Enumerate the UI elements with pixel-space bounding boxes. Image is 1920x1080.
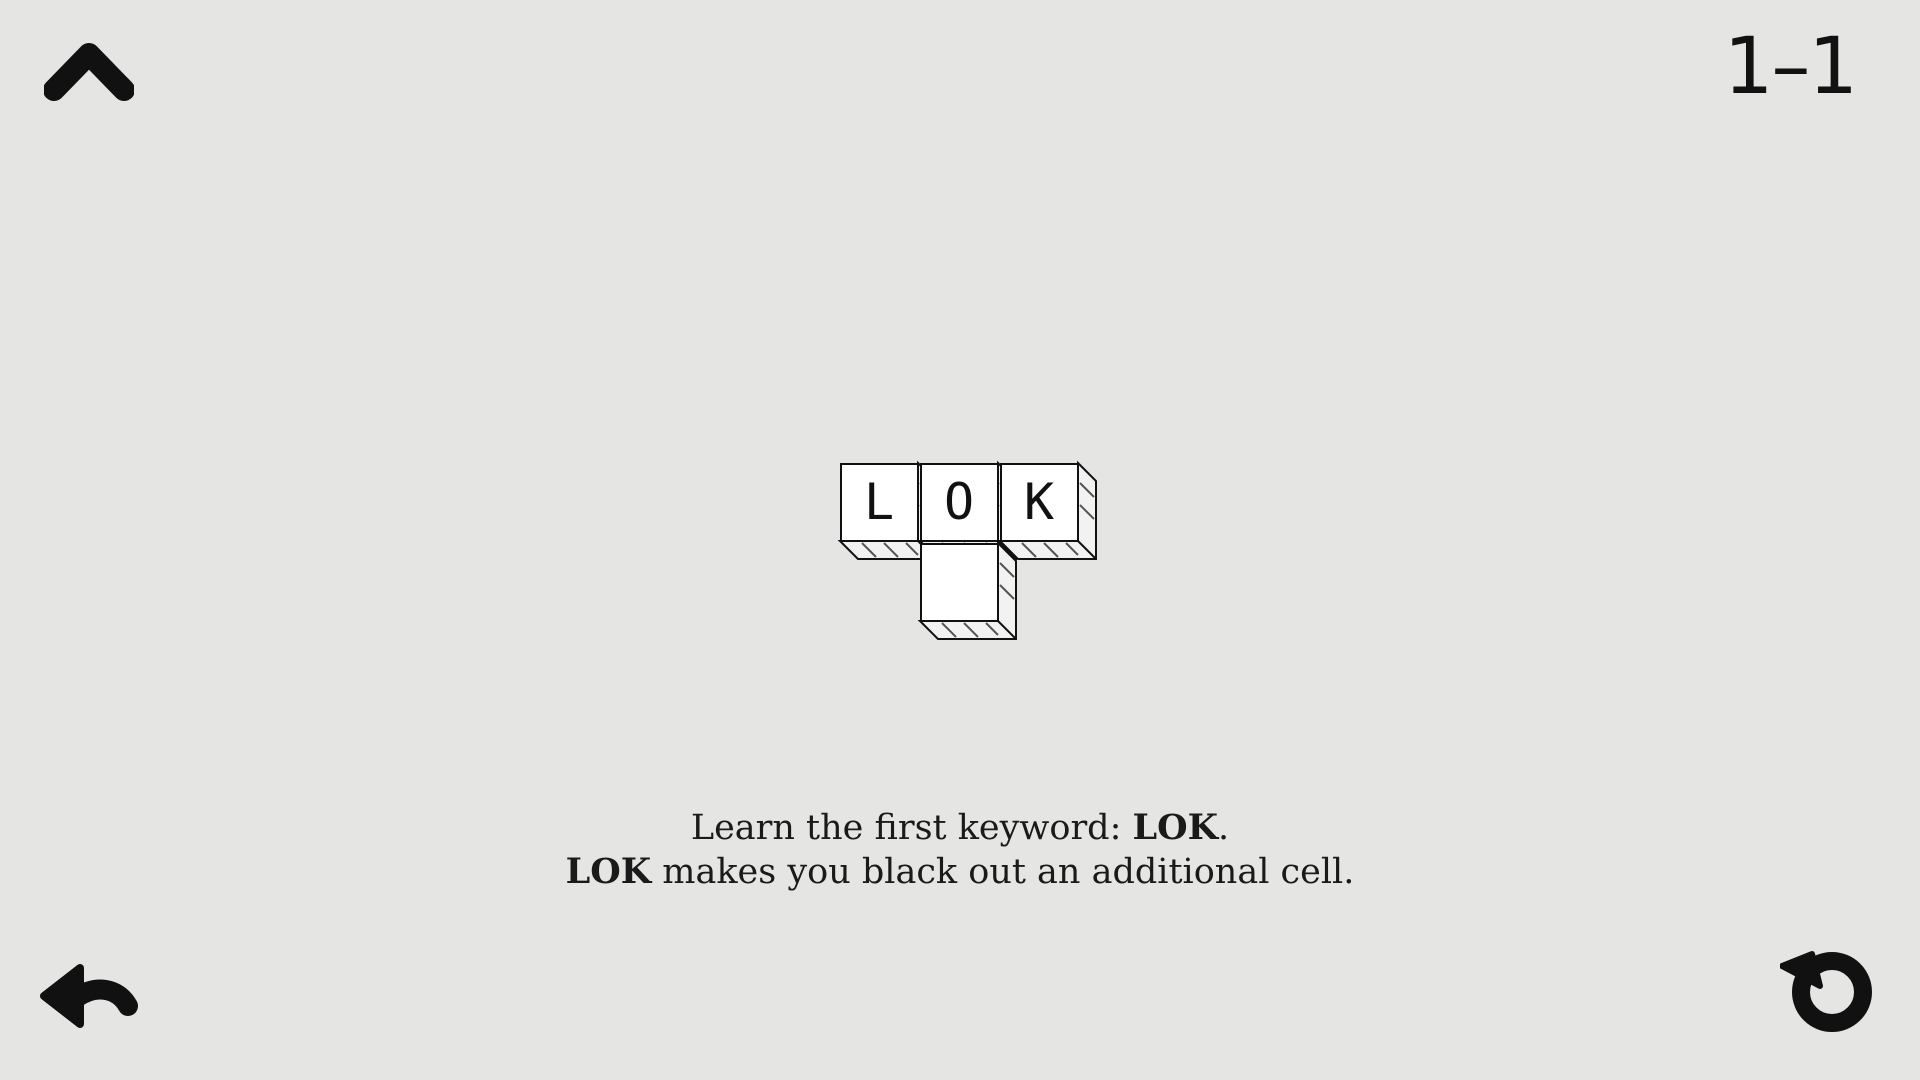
board-cell-k[interactable]: K bbox=[997, 460, 1097, 560]
keyword-lok: LOK bbox=[1132, 807, 1219, 848]
cell-letter: K bbox=[1023, 473, 1055, 531]
instructions-line-1: Learn the first keyword: LOK. bbox=[0, 806, 1920, 850]
instructions-description: makes you black out an additional cell. bbox=[651, 852, 1355, 892]
level-indicator: 1–1 bbox=[1723, 22, 1858, 112]
instructions-prefix: Learn the first keyword: bbox=[690, 808, 1133, 848]
instructions-line-2: LOK makes you black out an additional ce… bbox=[0, 850, 1920, 894]
undo-button[interactable] bbox=[40, 958, 142, 1038]
board-cell-l[interactable]: L bbox=[837, 460, 937, 560]
restart-icon bbox=[1779, 951, 1872, 1032]
restart-button[interactable] bbox=[1779, 946, 1878, 1034]
cell-letter: L bbox=[863, 473, 895, 531]
board-cell-blank[interactable] bbox=[917, 540, 1017, 640]
menu-button[interactable] bbox=[43, 38, 135, 106]
keyword-lok: LOK bbox=[565, 851, 652, 892]
chevron-up-icon bbox=[43, 43, 135, 101]
instructions-suffix: . bbox=[1218, 808, 1230, 848]
board-cell-o[interactable]: O bbox=[917, 460, 1017, 560]
instructions-text: Learn the first keyword: LOK. LOK makes … bbox=[0, 806, 1920, 894]
cell-letter: O bbox=[943, 473, 975, 531]
undo-arrow-icon bbox=[40, 964, 138, 1028]
cell-letter bbox=[920, 543, 998, 621]
puzzle-board: L O K bbox=[830, 455, 1110, 655]
